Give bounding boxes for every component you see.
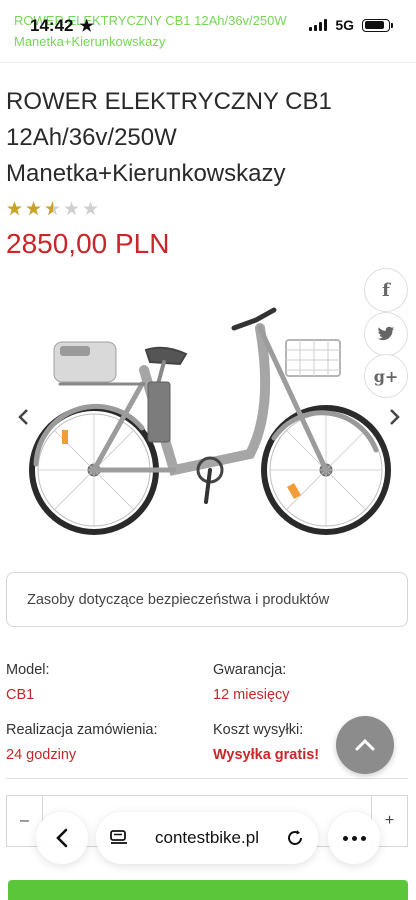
header-divider bbox=[0, 62, 416, 63]
product-image[interactable] bbox=[24, 288, 394, 538]
system-icons: 5G bbox=[309, 17, 393, 33]
warranty-info: Gwarancja: 12 miesięcy bbox=[213, 662, 290, 703]
rating-star-icon: ★★ bbox=[63, 199, 81, 220]
fulfillment-info: Realizacja zamówienia: 24 godziny bbox=[6, 722, 158, 763]
gallery-prev-button[interactable] bbox=[4, 390, 42, 444]
more-dot-icon bbox=[342, 835, 348, 841]
details-divider bbox=[6, 778, 408, 779]
shipping-label: Koszt wysyłki: bbox=[213, 722, 304, 738]
battery-icon bbox=[362, 18, 393, 32]
scroll-to-top-button[interactable] bbox=[336, 716, 394, 774]
googleplus-icon: g+ bbox=[373, 366, 399, 386]
shipping-value: Wysyłka gratis! bbox=[213, 747, 320, 763]
more-dot-icon bbox=[351, 835, 357, 841]
rating-stars: ★★★★★★★★★★ bbox=[6, 200, 100, 220]
browser-back-button[interactable] bbox=[36, 812, 88, 864]
clock: 14:42 ★ bbox=[30, 16, 94, 36]
star-icon: ★ bbox=[79, 18, 94, 35]
facebook-share-button[interactable]: f bbox=[364, 268, 408, 312]
more-dot-icon bbox=[360, 835, 366, 841]
gallery-next-button[interactable] bbox=[376, 390, 414, 444]
reload-icon[interactable] bbox=[286, 829, 304, 847]
safety-resources-label: Zasoby dotyczące bezpieczeństwa i produk… bbox=[27, 591, 330, 608]
status-bar: ROWER ELEKTRYCZNY CB1 12Ah/36v/250W Mane… bbox=[0, 0, 416, 50]
fulfillment-value: 24 godziny bbox=[6, 747, 77, 763]
chevron-up-icon bbox=[355, 739, 375, 751]
warranty-label: Gwarancja: bbox=[213, 662, 287, 678]
twitter-share-button[interactable] bbox=[364, 312, 408, 356]
network-type: 5G bbox=[335, 17, 354, 33]
signal-icon bbox=[309, 19, 328, 31]
facebook-icon: f bbox=[382, 279, 390, 301]
twitter-icon bbox=[377, 326, 395, 341]
rating-star-icon: ★★ bbox=[82, 199, 100, 220]
reader-view-icon[interactable] bbox=[110, 830, 128, 846]
product-price: 2850,00 PLN bbox=[6, 228, 170, 259]
model-label: Model: bbox=[6, 662, 50, 678]
address-bar[interactable]: contestbike.pl bbox=[96, 812, 318, 864]
rating-star-icon: ★★ bbox=[6, 199, 24, 220]
browser-more-button[interactable] bbox=[328, 812, 380, 864]
warranty-value: 12 miesięcy bbox=[213, 687, 290, 703]
model-info: Model: CB1 bbox=[6, 662, 50, 703]
chevron-left-icon bbox=[18, 409, 28, 425]
rating-star-icon: ★★ bbox=[25, 199, 43, 220]
clock-time: 14:42 bbox=[30, 16, 74, 35]
add-to-cart-button[interactable] bbox=[8, 880, 408, 900]
rating-star-icon: ★★ bbox=[44, 199, 62, 220]
model-value: CB1 bbox=[6, 687, 35, 703]
url-text: contestbike.pl bbox=[155, 828, 259, 847]
fulfillment-label: Realizacja zamówienia: bbox=[6, 722, 158, 738]
shipping-info: Koszt wysyłki: Wysyłka gratis! bbox=[213, 722, 319, 763]
chevron-left-icon bbox=[56, 828, 68, 848]
chevron-right-icon bbox=[390, 409, 400, 425]
battery-fill bbox=[364, 21, 385, 29]
product-title: ROWER ELEKTRYCZNY CB1 12Ah/36v/250W Mane… bbox=[6, 88, 332, 187]
safety-resources-link[interactable]: Zasoby dotyczące bezpieczeństwa i produk… bbox=[6, 572, 408, 627]
